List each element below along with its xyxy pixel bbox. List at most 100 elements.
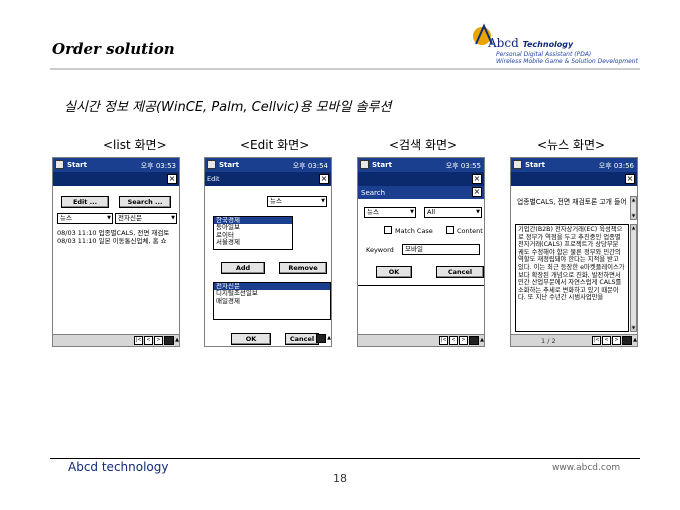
page-indicator: 1 / 2 — [541, 337, 556, 345]
logo-name: Abcd Technology — [488, 36, 573, 50]
clock: 오후 03:54 — [292, 162, 328, 170]
match-case-label: Match Case — [395, 227, 433, 235]
titlebar: Start 오후 03:54 — [205, 158, 331, 172]
slide-title: Order solution — [52, 40, 175, 58]
news-body: 기업간(B2B) 전자상거래(EC) 육성책으로 정부가 역점을 두고 추진중인… — [515, 224, 629, 332]
caret-up-icon[interactable]: ▲ — [175, 337, 179, 343]
caret-up-icon[interactable]: ▲ — [480, 337, 484, 343]
scope-select[interactable]: All — [424, 207, 482, 218]
windows-start-icon[interactable] — [513, 160, 522, 169]
windows-start-icon[interactable] — [360, 160, 369, 169]
next-page-button[interactable]: > — [612, 336, 621, 345]
edit-button[interactable]: Edit ... — [61, 196, 109, 208]
caret-up-icon[interactable]: ▲ — [633, 337, 637, 343]
scroll-down-icon[interactable]: ▼ — [631, 325, 636, 331]
company-logo: Abcd Technology Personal Digital Assista… — [470, 22, 640, 66]
windows-start-icon[interactable] — [207, 160, 216, 169]
pda-screen-list: Start 오후 03:53 × Edit ... Search ... 뉴스 … — [52, 157, 180, 347]
titlebar: Start 오후 03:53 — [53, 158, 179, 172]
scroll-up-icon[interactable]: ▲ — [631, 197, 636, 203]
screen-label-news: <뉴스 화면> — [537, 138, 606, 152]
windows-start-icon[interactable] — [55, 160, 64, 169]
list-item[interactable]: 매일경제 — [214, 297, 330, 305]
keyword-input[interactable]: 모바일 — [402, 244, 480, 255]
prev-page-button[interactable]: < — [602, 336, 611, 345]
remove-button[interactable]: Remove — [279, 262, 327, 274]
cancel-button[interactable]: Cancel — [436, 266, 484, 278]
dialog-close-icon[interactable]: × — [472, 187, 482, 197]
app-name: Start — [372, 161, 392, 169]
available-list[interactable]: 한국경제 동아일보 로이터 서울경제 — [213, 216, 293, 250]
first-page-button[interactable]: |< — [592, 336, 601, 345]
screen-label-edit: <Edit 화면> — [240, 138, 310, 152]
close-icon[interactable]: × — [625, 174, 635, 184]
ok-button[interactable]: OK — [231, 333, 271, 345]
command-bar: × — [358, 172, 484, 186]
footer-company: Abcd technology — [68, 460, 169, 474]
dialog-titlebar: Search × — [358, 186, 484, 199]
close-icon[interactable]: × — [167, 174, 177, 184]
logo-tag: Technology — [522, 40, 574, 49]
logo-name-text: Abcd — [488, 36, 519, 50]
keyboard-icon[interactable] — [622, 336, 632, 345]
selected-list[interactable]: 전자신문 디지털조선일보 매일경제 — [213, 282, 331, 320]
command-bar: × — [511, 172, 637, 186]
next-page-button[interactable]: > — [459, 336, 468, 345]
clock: 오후 03:55 — [445, 162, 481, 170]
slide-subtitle: 실시간 정보 제공(WinCE, Palm, Cellvic)용 모바일 솔루션 — [64, 100, 392, 115]
source-select[interactable]: 전자신문 — [115, 213, 177, 224]
titlebar: Start 오후 03:56 — [511, 158, 637, 172]
search-dialog: Search × 뉴스 All Match Case Content Keywo… — [358, 186, 484, 286]
command-bar-label: Edit — [207, 175, 220, 183]
keyboard-icon[interactable] — [469, 336, 479, 345]
scroll-down-icon[interactable]: ▼ — [631, 213, 636, 219]
prev-page-button[interactable]: < — [449, 336, 458, 345]
titlebar: Start 오후 03:55 — [358, 158, 484, 172]
headline-scrollbar[interactable]: ▲ ▼ — [630, 196, 637, 220]
nav-group: |< < > — [591, 336, 621, 345]
match-case-checkbox[interactable] — [384, 226, 392, 234]
screen-label-list: <list 화면> — [103, 138, 167, 152]
nav-group: |< < > — [438, 336, 468, 345]
footer-divider — [50, 458, 640, 459]
close-icon[interactable]: × — [472, 174, 482, 184]
pda-screen-edit: Start 오후 03:54 Edit × 뉴스 한국경제 동아일보 로이터 서… — [204, 157, 332, 347]
dialog-title: Search — [361, 189, 386, 197]
add-button[interactable]: Add — [221, 262, 265, 274]
scroll-up-icon[interactable]: ▲ — [631, 225, 636, 231]
nav-group: |< < > — [133, 336, 163, 345]
bottom-bar: |< < > ▲ — [358, 334, 484, 346]
caret-up-icon[interactable]: ▲ — [327, 335, 331, 341]
first-page-button[interactable]: |< — [134, 336, 143, 345]
list-item[interactable]: 08/03 11:10 일본 이동통신업체, 홈 쇼 — [57, 235, 177, 245]
keyboard-icon[interactable] — [164, 336, 174, 345]
prev-page-button[interactable]: < — [144, 336, 153, 345]
title-divider — [50, 68, 640, 70]
screen-label-search: <검색 화면> — [389, 138, 458, 152]
category-select[interactable]: 뉴스 — [267, 196, 327, 207]
close-icon[interactable]: × — [319, 174, 329, 184]
search-button[interactable]: Search ... — [119, 196, 171, 208]
page-number: 18 — [333, 472, 347, 485]
category-select[interactable]: 뉴스 — [57, 213, 113, 224]
news-headline: 업종별CALS, 전면 재검토론 고개 들어 — [517, 198, 627, 206]
next-page-button[interactable]: > — [154, 336, 163, 345]
cancel-button[interactable]: Cancel — [285, 333, 319, 345]
logo-line2: Wireless Mobile Game & Solution Developm… — [496, 58, 638, 65]
command-bar: × — [53, 172, 179, 186]
keyboard-icon[interactable] — [316, 334, 326, 343]
body-scrollbar[interactable]: ▲ ▼ — [630, 224, 637, 332]
content-checkbox[interactable] — [446, 226, 454, 234]
list-item[interactable]: 서울경제 — [214, 238, 292, 246]
category-select[interactable]: 뉴스 — [364, 207, 416, 218]
keyword-label: Keyword — [366, 246, 394, 254]
app-name: Start — [219, 161, 239, 169]
clock: 오후 03:53 — [140, 162, 176, 170]
footer-url: www.abcd.com — [552, 463, 621, 473]
command-bar: Edit × — [205, 172, 331, 186]
content-label: Content — [457, 227, 483, 235]
bottom-bar: |< < > ▲ — [53, 334, 179, 346]
first-page-button[interactable]: |< — [439, 336, 448, 345]
pda-screen-news: Start 오후 03:56 × 업종별CALS, 전면 재검토론 고개 들어 … — [510, 157, 638, 347]
ok-button[interactable]: OK — [376, 266, 412, 278]
